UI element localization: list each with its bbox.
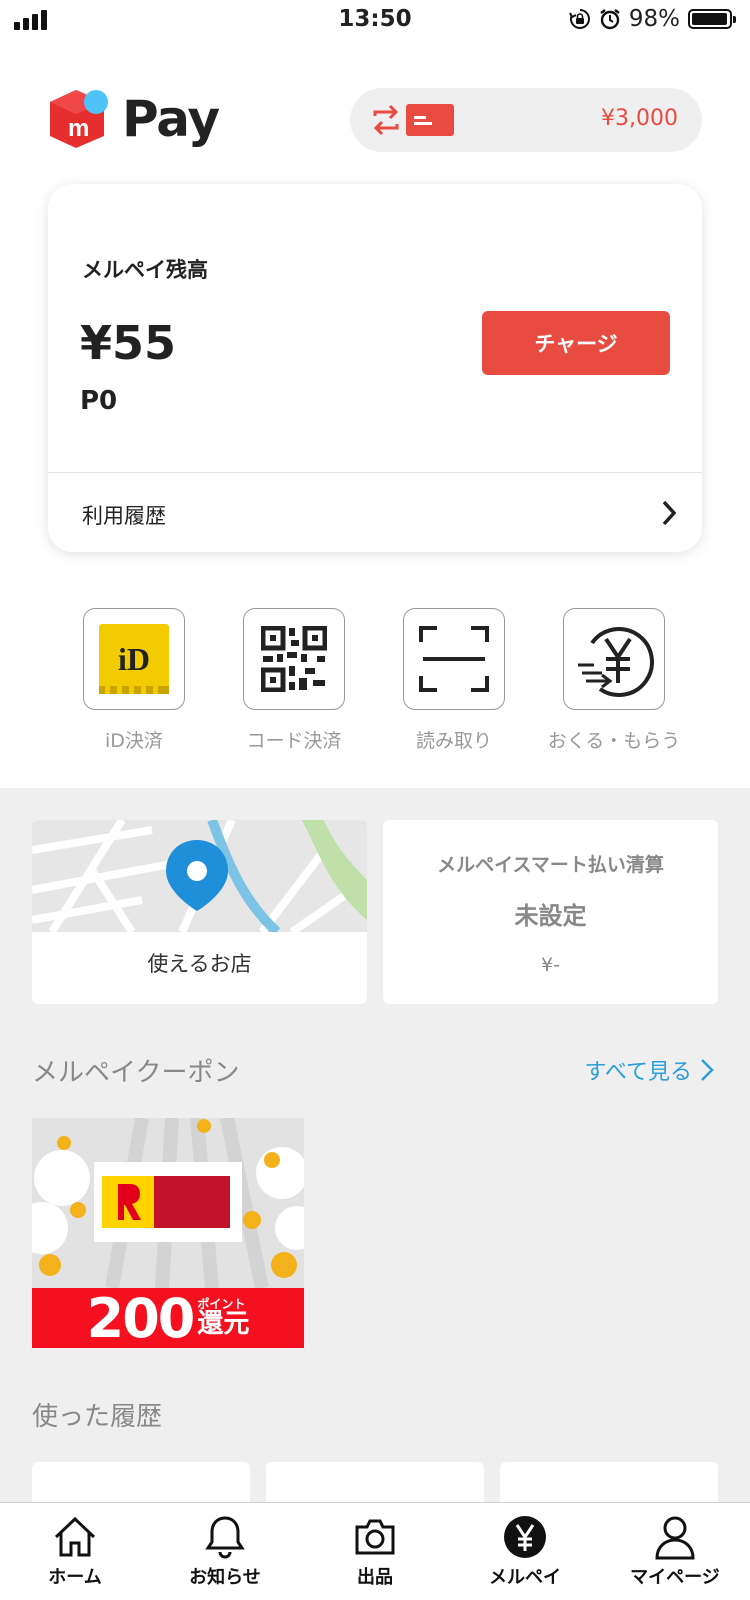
- account-switch-pill[interactable]: ¥3,000: [350, 88, 702, 152]
- battery-percent: 98%: [628, 6, 680, 32]
- alarm-icon: [600, 9, 620, 30]
- send-receive-tile[interactable]: [563, 608, 665, 710]
- smart-pay-card[interactable]: メルペイスマート払い清算 未設定 ¥-: [383, 820, 718, 1004]
- qr-code-icon: [261, 626, 327, 692]
- merpay-logo: m Pay: [46, 86, 220, 152]
- tab-label: ホーム: [48, 1567, 102, 1588]
- see-all-label: すべて見る: [584, 1060, 692, 1085]
- scan-tile[interactable]: [403, 608, 505, 710]
- code-payment-tile[interactable]: [243, 608, 345, 710]
- charge-button[interactable]: チャージ: [482, 311, 670, 375]
- balance-card: メルペイ残高 ¥55 P0 チャージ 利用履歴: [48, 184, 702, 552]
- used-history-title: 使った履歴: [32, 1402, 163, 1432]
- action-code-payment[interactable]: コード決済: [214, 608, 374, 753]
- tab-merpay[interactable]: メルペイ: [450, 1511, 600, 1589]
- pill-amount: ¥3,000: [601, 106, 678, 131]
- shops-card[interactable]: 使えるお店: [32, 820, 367, 1004]
- coupons-title: メルペイクーポン: [32, 1058, 240, 1088]
- coupon-unit-bottom: 還元: [197, 1308, 250, 1339]
- tab-mypage[interactable]: マイページ: [600, 1511, 750, 1589]
- see-all-link[interactable]: すべて見る: [584, 1054, 714, 1086]
- action-label: コード決済: [246, 730, 342, 752]
- smart-pay-amount: ¥-: [541, 954, 560, 976]
- usage-history-label: 利用履歴: [82, 504, 166, 528]
- tab-label: お知らせ: [189, 1567, 261, 1588]
- logo-text: Pay: [122, 90, 220, 148]
- coupon-card[interactable]: 200 ポイント 還元: [32, 1118, 304, 1348]
- bell-icon: [205, 1516, 245, 1559]
- chevron-right-icon: [662, 500, 677, 526]
- svg-text:iD: iD: [118, 641, 150, 677]
- id-payment-tile[interactable]: iD: [83, 608, 185, 710]
- tab-notifications[interactable]: お知らせ: [150, 1511, 300, 1589]
- id-icon: iD: [99, 624, 169, 694]
- tab-home[interactable]: ホーム: [0, 1511, 150, 1589]
- tab-bar: ホーム お知らせ 出品 メルペイ マイページ: [0, 1502, 750, 1600]
- shops-label: 使えるお店: [147, 952, 252, 976]
- tab-label: メルペイ: [489, 1567, 561, 1588]
- smart-pay-title: メルペイスマート払い清算: [437, 854, 664, 876]
- balance-value: ¥55: [80, 316, 177, 370]
- action-label: iD決済: [105, 730, 163, 752]
- rotation-lock-icon: [568, 9, 590, 29]
- coupon-banner: 200 ポイント 還元: [32, 1286, 304, 1349]
- yen-icon: [504, 1516, 546, 1558]
- coupon-unit: ポイント 還元: [197, 1298, 249, 1338]
- home-icon: [54, 1516, 96, 1557]
- tab-listing[interactable]: 出品: [300, 1511, 450, 1589]
- tab-label: マイページ: [630, 1567, 720, 1588]
- points-value: P0: [80, 386, 118, 416]
- map-image: [32, 820, 367, 932]
- person-icon: [655, 1516, 695, 1560]
- camera-icon: [355, 1519, 395, 1555]
- action-label: 読み取り: [415, 730, 492, 752]
- mercari-box-icon: m: [50, 90, 108, 148]
- tab-label: 出品: [357, 1567, 393, 1588]
- smart-pay-status: 未設定: [514, 902, 587, 930]
- battery-icon: [688, 9, 736, 29]
- coupon-image: [32, 1118, 304, 1290]
- coupon-amount: 200: [86, 1286, 196, 1349]
- chevron-right-icon: [701, 1059, 714, 1081]
- status-bar: 13:50 98%: [0, 0, 750, 44]
- scan-icon: [419, 626, 489, 692]
- swap-icon: [373, 104, 399, 136]
- usage-history-row[interactable]: 利用履歴: [48, 473, 702, 552]
- action-send-receive[interactable]: おくる・もらう: [534, 608, 694, 753]
- action-id-payment[interactable]: iD iD決済: [54, 608, 214, 753]
- status-right: 98%: [568, 6, 736, 32]
- balance-title: メルペイ残高: [82, 258, 208, 282]
- bank-card-icon: [406, 104, 454, 136]
- action-scan[interactable]: 読み取り: [374, 608, 534, 753]
- coupon-artwork: [32, 1118, 304, 1290]
- svg-text:m: m: [68, 115, 89, 142]
- action-label: おくる・もらう: [547, 730, 681, 752]
- battery-level: [692, 13, 728, 25]
- send-receive-icon: [578, 627, 654, 697]
